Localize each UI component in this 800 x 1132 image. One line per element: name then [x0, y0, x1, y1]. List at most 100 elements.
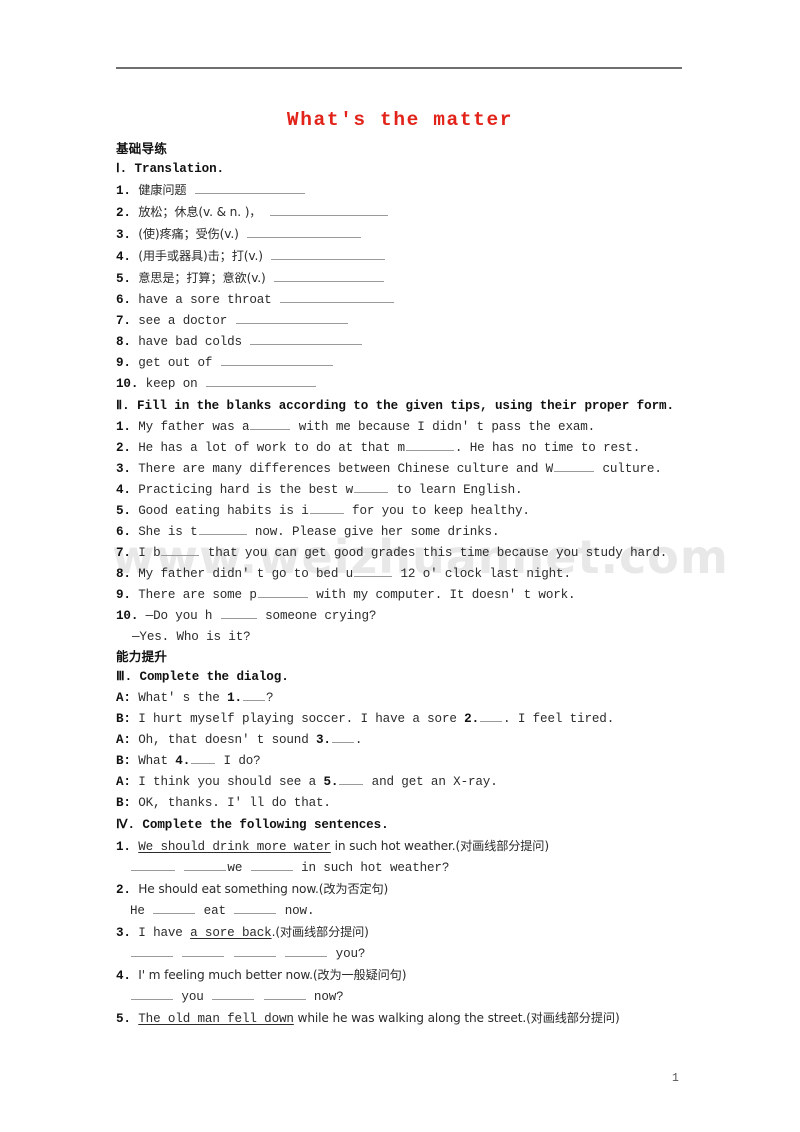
answer-text-post: you?	[328, 947, 366, 961]
underlined-phrase: a sore back	[190, 926, 272, 940]
dialog-text-post: I do?	[216, 754, 261, 768]
answer-blank[interactable]	[354, 565, 393, 577]
item-text: in such hot weather.(对画线部分提问)	[330, 839, 550, 853]
dialog-speaker: A:	[116, 775, 131, 789]
answer-blank[interactable]	[263, 988, 306, 1000]
item-text-pre: I b	[138, 546, 161, 560]
blank-number: 5.	[323, 775, 339, 789]
answer-blank[interactable]	[220, 354, 333, 366]
item-text: see a doctor	[138, 314, 228, 328]
list-item: 6. have a sore throat	[116, 290, 688, 311]
item-text-post: for you to keep healthy.	[344, 504, 530, 518]
section-heading-basic: 基础导练	[116, 141, 168, 156]
answer-blank[interactable]	[269, 204, 388, 216]
dialog-text-pre: I hurt myself playing soccer. I have a s…	[130, 712, 465, 726]
part1-heading: Ⅰ. Translation.	[116, 162, 225, 176]
answer-line: you now?	[116, 987, 688, 1008]
answer-blank[interactable]	[339, 773, 364, 785]
dialog-speaker: B:	[116, 754, 131, 768]
answer-blank[interactable]	[131, 988, 173, 1000]
answer-blank[interactable]	[280, 291, 395, 303]
answer-blank[interactable]	[257, 586, 308, 598]
item-number: 9.	[116, 356, 131, 370]
answer-blank[interactable]	[205, 375, 316, 387]
item-text-post: with my computer. It doesn' t work.	[308, 588, 576, 602]
answer-text-pre: He	[130, 904, 153, 918]
item-text-pre: My father didn' t go to bed u	[138, 567, 354, 581]
answer-blank[interactable]	[182, 945, 225, 957]
answer-blank[interactable]	[554, 460, 595, 472]
list-item: 6. She is t now. Please give her some dr…	[116, 522, 688, 543]
answer-line: you?	[116, 944, 688, 965]
list-item: 9. get out of	[116, 353, 688, 374]
answer-blank[interactable]	[234, 902, 277, 914]
answer-blank[interactable]	[405, 439, 454, 451]
blank-number: 4.	[175, 754, 191, 768]
dialog-speaker: A:	[116, 691, 131, 705]
dialog-text-pre: What	[130, 754, 176, 768]
item-number: 7.	[116, 314, 131, 328]
answer-text-post: now?	[306, 990, 344, 1004]
item-text: have a sore throat	[138, 293, 272, 307]
blank-number: 3.	[316, 733, 331, 747]
answer-blank[interactable]	[285, 945, 328, 957]
item-text-post: to learn English.	[389, 483, 523, 497]
list-item: 1. My father was a with me because I did…	[116, 417, 688, 438]
dialog-text-pre: What' s the	[130, 691, 228, 705]
answer-blank[interactable]	[250, 418, 291, 430]
item-number: 3.	[116, 926, 131, 940]
answer-blank[interactable]	[212, 988, 255, 1000]
answer-text-post: in such hot weather?	[293, 861, 450, 875]
answer-blank[interactable]	[309, 502, 344, 514]
answer-blank[interactable]	[247, 226, 362, 238]
list-item: 7. see a doctor	[116, 311, 688, 332]
item-number: 2.	[116, 206, 131, 220]
item-text-post: now. Please give her some drinks.	[247, 525, 500, 539]
answer-blank[interactable]	[191, 752, 216, 764]
item-number: 4.	[116, 483, 131, 497]
answer-blank[interactable]	[250, 859, 293, 871]
item-text-pre: My father was a	[138, 420, 250, 434]
answer-blank[interactable]	[153, 902, 196, 914]
answer-blank[interactable]	[184, 859, 227, 871]
list-item: 4. Practicing hard is the best w to lear…	[116, 480, 688, 501]
dialog-text-pre: Oh, that doesn' t sound	[130, 733, 317, 747]
part2-heading: Ⅱ. Fill in the blanks according to the g…	[116, 399, 674, 413]
document-content: 基础导练 Ⅰ. Translation. 1. 健康问题 2. 放松；休息(v.…	[116, 140, 688, 1030]
answer-blank[interactable]	[271, 248, 386, 260]
answer-blank[interactable]	[220, 607, 257, 619]
item-text: have bad colds	[138, 335, 242, 349]
answer-blank[interactable]	[250, 333, 363, 345]
item-number: 5.	[116, 504, 131, 518]
list-item: 1. We should drink more water in such ho…	[116, 836, 688, 858]
list-item: 5. Good eating habits is i for you to ke…	[116, 501, 688, 522]
blank-number: 2.	[464, 712, 479, 726]
dialog-line: A: Oh, that doesn' t sound 3..	[116, 730, 688, 751]
item-text-post: 12 o' clock last night.	[393, 567, 571, 581]
item-number: 4.	[116, 969, 131, 983]
item-text: I' m feeling much better now.(改为一般疑问句)	[138, 968, 407, 982]
answer-blank[interactable]	[131, 945, 173, 957]
answer-blank[interactable]	[233, 945, 276, 957]
answer-blank[interactable]	[198, 523, 247, 535]
answer-text-post: now.	[277, 904, 315, 918]
answer-blank[interactable]	[354, 481, 389, 493]
dialog-speaker: B:	[116, 712, 131, 726]
item-number: 10.	[116, 609, 139, 623]
answer-blank[interactable]	[480, 710, 502, 722]
item-number: 9.	[116, 588, 131, 602]
dialog-line: B: OK, thanks. I' ll do that.	[116, 793, 688, 814]
answer-blank[interactable]	[242, 689, 265, 701]
answer-blank[interactable]	[131, 859, 175, 871]
item-text-post: . He has no time to rest.	[454, 441, 641, 455]
answer-blank[interactable]	[194, 182, 305, 194]
item-number: 1.	[116, 184, 131, 198]
answer-blank[interactable]	[235, 312, 348, 324]
item-text-post: culture.	[595, 462, 662, 476]
answer-blank[interactable]	[331, 731, 354, 743]
item-text-pre: Good eating habits is i	[138, 504, 309, 518]
answer-blank[interactable]	[274, 270, 385, 282]
item-number: 1.	[116, 840, 131, 854]
answer-blank[interactable]	[161, 544, 200, 556]
item-text-pre: —Do you h	[145, 609, 220, 623]
